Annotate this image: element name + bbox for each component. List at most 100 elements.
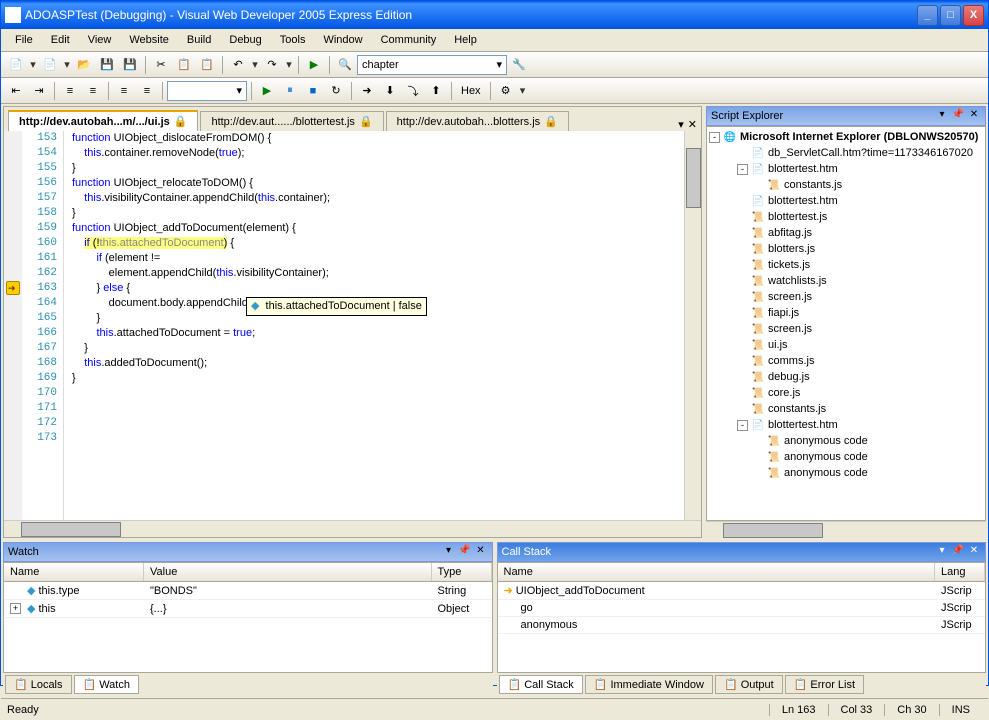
menu-window[interactable]: Window [315,31,370,49]
dropdown-icon[interactable]: ▾ [28,58,38,71]
save-button[interactable]: 💾 [96,54,118,76]
continue-button[interactable]: ▶ [256,80,278,102]
dropdown-icon[interactable]: ▾ [442,545,456,559]
callstack-row[interactable]: ➜ UIObject_addToDocumentJScrip [498,582,986,600]
toggle-icon[interactable]: - [737,164,748,175]
config-combo[interactable]: ▾ [167,81,247,101]
indent-button[interactable]: ≡ [82,80,104,102]
panel-tab[interactable]: 📋Immediate Window [585,675,713,694]
expand-icon[interactable]: + [10,603,21,614]
toggle-icon[interactable]: - [737,420,748,431]
step-out-button[interactable]: ⬆ [425,80,447,102]
menu-debug[interactable]: Debug [221,31,269,49]
tree-item[interactable]: 📜screen.js [709,321,983,337]
breakpoints-button[interactable]: ⚙ [495,80,517,102]
editor-tab[interactable]: http://dev.aut....../blottertest.js 🔒 [200,111,383,131]
open-button[interactable]: 📂 [73,54,95,76]
show-next-button[interactable]: ➜ [356,80,378,102]
copy-button[interactable]: 📋 [173,54,195,76]
watch-grid[interactable]: Name Value Type ◆ this.type"BONDS"String… [3,562,493,673]
callstack-grid[interactable]: Name Lang ➜ UIObject_addToDocumentJScrip… [497,562,987,673]
menu-edit[interactable]: Edit [43,31,78,49]
code-editor[interactable]: 153 154 155 156 157 158 159 160 161 162 … [4,131,701,520]
tree-item[interactable]: 📜anonymous code [709,433,983,449]
close-icon[interactable]: ✕ [967,545,981,559]
tree-item[interactable]: 📜watchlists.js [709,273,983,289]
col-name[interactable]: Name [4,563,144,581]
tree-item[interactable]: 📜anonymous code [709,449,983,465]
editor-tab[interactable]: http://dev.autobah...blotters.js 🔒 [386,111,569,131]
dropdown-icon[interactable]: ▾ [935,545,949,559]
panel-tab[interactable]: 📋Error List [785,675,864,694]
find-combo[interactable]: chapter▾ [357,55,507,75]
menu-website[interactable]: Website [121,31,177,49]
maximize-button[interactable]: □ [940,5,961,26]
horizontal-scrollbar[interactable] [4,520,701,537]
outdent-button[interactable]: ≡ [59,80,81,102]
minimize-button[interactable]: _ [917,5,938,26]
callstack-row[interactable]: anonymousJScrip [498,617,986,634]
step-into-button[interactable]: ⬇ [379,80,401,102]
vertical-scrollbar[interactable] [684,131,701,520]
menu-community[interactable]: Community [373,31,445,49]
dropdown-icon[interactable]: ▾ [935,109,949,123]
pin-icon[interactable]: 📌 [951,545,965,559]
col-value[interactable]: Value [144,563,432,581]
menu-build[interactable]: Build [179,31,219,49]
find-button[interactable]: 🔍 [334,54,356,76]
tree-item[interactable]: 📜debug.js [709,369,983,385]
col-name[interactable]: Name [498,563,936,581]
tab-close-icon[interactable]: ✕ [688,118,697,131]
restart-button[interactable]: ↻ [325,80,347,102]
pin-icon[interactable]: 📌 [458,545,472,559]
toolbox-button[interactable]: 🔧 [508,54,530,76]
tree-item[interactable]: 📜constants.js [709,177,983,193]
save-all-button[interactable]: 💾 [119,54,141,76]
paste-button[interactable]: 📋 [196,54,218,76]
tree-item[interactable]: 📜blottertest.js [709,209,983,225]
tree-item[interactable]: 📜tickets.js [709,257,983,273]
script-explorer-header[interactable]: Script Explorer ▾ 📌 ✕ [706,106,986,126]
panel-tab[interactable]: 📋Watch [74,675,139,694]
panel-tab[interactable]: 📋Locals [5,675,72,694]
tree-item[interactable]: -📄blottertest.htm [709,417,983,433]
tree-item[interactable]: 📜fiapi.js [709,305,983,321]
tree-root[interactable]: -🌐Microsoft Internet Explorer (DBLONWS20… [709,129,983,145]
dropdown-icon[interactable]: ▾ [284,58,294,71]
cut-button[interactable]: ✂ [150,54,172,76]
uncomment-button[interactable]: ≡ [136,80,158,102]
menu-help[interactable]: Help [446,31,485,49]
tree-item[interactable]: 📜comms.js [709,353,983,369]
comment-button[interactable]: ≡ [113,80,135,102]
undo-button[interactable]: ↶ [227,54,249,76]
tree-item[interactable]: 📜blotters.js [709,241,983,257]
tree-item[interactable]: 📜screen.js [709,289,983,305]
indent-left-button[interactable]: ⇤ [5,80,27,102]
col-lang[interactable]: Lang [935,563,985,581]
hex-button[interactable]: Hex [456,80,486,102]
close-button[interactable]: X [963,5,984,26]
menu-tools[interactable]: Tools [272,31,314,49]
play-button[interactable]: ▶ [303,54,325,76]
close-icon[interactable]: ✕ [474,545,488,559]
tree-item[interactable]: 📜constants.js [709,401,983,417]
new-project-button[interactable]: 📄 [5,54,27,76]
dropdown-icon[interactable]: ▾ [62,58,72,71]
watch-row[interactable]: ◆ this.type"BONDS"String [4,582,492,600]
menu-file[interactable]: File [7,31,41,49]
new-file-button[interactable]: 📄 [39,54,61,76]
tree-item[interactable]: 📜core.js [709,385,983,401]
tree-item[interactable]: 📜anonymous code [709,465,983,481]
dropdown-icon[interactable]: ▾ [518,84,528,97]
pin-icon[interactable]: 📌 [951,109,965,123]
step-over-button[interactable]: ⤵ [402,80,424,102]
menu-view[interactable]: View [80,31,120,49]
indent-right-button[interactable]: ⇥ [28,80,50,102]
callstack-header[interactable]: Call Stack ▾ 📌 ✕ [497,542,987,562]
panel-tab[interactable]: 📋Output [715,675,783,694]
close-icon[interactable]: ✕ [967,109,981,123]
tree-item[interactable]: -📄blottertest.htm [709,161,983,177]
tree-item[interactable]: 📄db_ServletCall.htm?time=1173346167020 [709,145,983,161]
watch-row[interactable]: +◆ this{...}Object [4,600,492,618]
editor-tab[interactable]: http://dev.autobah...m/.../ui.js 🔒 [8,110,198,131]
